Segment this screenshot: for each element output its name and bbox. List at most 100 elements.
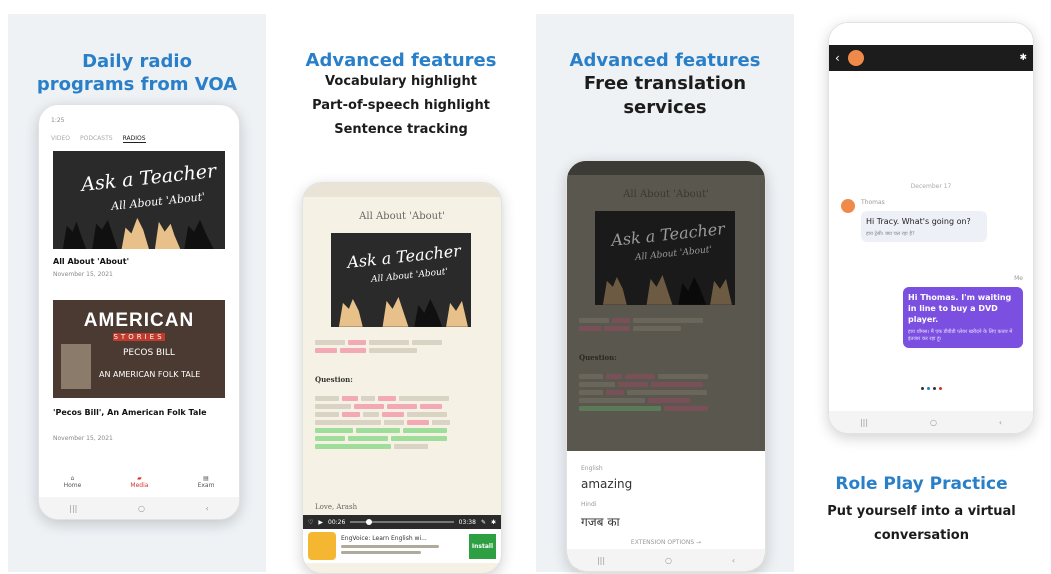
banner-name: PECOS BILL [123,348,175,358]
system-nav: ||| ○ ‹ [39,497,239,519]
article-image: Ask a Teacher All About 'About' [595,211,735,305]
source-word: amazing [581,477,633,491]
article-text-block-2[interactable] [315,393,489,452]
back-arrow-icon[interactable]: ‹ [835,51,840,65]
sender-avatar [841,199,855,213]
banner-subtitle: STORIES [113,333,165,341]
typing-dots [921,387,942,390]
tab-video[interactable]: VIDEO [51,135,70,143]
sender-name: Thomas [861,199,885,206]
avatar [847,50,864,66]
hands-icon [338,297,468,327]
nav-exam-label: Exam [197,482,215,489]
item1-date: November 15, 2021 [53,271,113,278]
recents-icon[interactable]: ||| [860,418,868,427]
play-icon[interactable]: ▶ [318,519,323,526]
translated-word: गजब का [581,515,620,529]
media-icon: ▰ [137,475,142,482]
article-title: All About 'About' [359,211,445,222]
nav-exam[interactable]: ▤ Exam [198,475,215,497]
exam-icon: ▤ [203,475,209,482]
hands-icon [62,217,214,249]
back-icon[interactable]: ‹ [999,418,1002,427]
seek-handle[interactable] [365,519,372,525]
seek-bar[interactable] [350,519,454,525]
target-language: Hindi [581,501,597,508]
ad-title: EngVoice: Learn English wi... [341,535,427,542]
ad-banner[interactable]: EngVoice: Learn English wi... Install [303,529,501,563]
item2-date: November 15, 2021 [53,435,113,442]
settings-gear-icon[interactable]: ✱ [1019,53,1027,63]
translation-sheet: English amazing Hindi गजब का EXTENSION O… [567,451,765,571]
banner-tag: AN AMERICAN FOLK TALE [99,370,201,379]
recents-icon[interactable]: ||| [597,556,605,565]
feature-line-3: Sentence tracking [334,122,468,137]
article-title: All About 'About' [623,189,709,200]
panel2-heading: Advanced features [305,50,497,71]
question-label: Question: [315,375,353,384]
time-elapsed: 00:26 [328,518,346,526]
outgoing-translation: हाय थॉमस। मैं एक डीवीडी प्लेयर खरीदने के… [908,329,1013,342]
status-bar [829,23,1033,45]
outgoing-text: Hi Thomas. I'm waiting in line to buy a … [908,293,1012,324]
back-icon[interactable]: ‹ [732,556,735,565]
incoming-text: Hi Tracy. What's going on? [866,217,971,226]
phone-reader: All About 'About' Ask a Teacher All Abou… [302,182,502,574]
settings-icon[interactable]: ✱ [491,519,496,526]
system-nav: ||| ○ ‹ [829,411,1033,433]
home-button-icon[interactable]: ○ [138,504,145,513]
time-total: 03:38 [458,518,476,526]
heart-icon[interactable]: ♡ [308,519,313,526]
audio-player: ♡ ▶ 00:26 03:38 ✎ ✱ [303,515,501,529]
nav-home[interactable]: ⌂ Home [64,475,82,497]
me-label: Me [1014,275,1023,282]
panel-free-translation: Advanced features Free translation servi… [536,14,794,572]
board-subtitle: All About 'About' [370,266,449,286]
thumb-ask-a-teacher[interactable]: Ask a Teacher All About 'About' [53,151,225,249]
chat-header: ‹ ✱ [829,45,1033,71]
phone-radio: 1:25 VIDEO PODCASTS RADIOS Ask a Teacher… [38,104,240,520]
back-icon[interactable]: ‹ [205,504,208,513]
banner-title: AMERICAN [83,310,195,331]
item1-title[interactable]: All About 'About' [53,257,129,266]
media-tabs: VIDEO PODCASTS RADIOS [51,135,146,143]
article-text-dim-1 [579,315,753,334]
recents-icon[interactable]: ||| [69,504,77,513]
cowboy-image [61,344,91,389]
tab-podcasts[interactable]: PODCASTS [80,135,113,143]
panel-role-play: ‹ ✱ December 17 Thomas Hi Tracy. What's … [800,14,1043,572]
nav-media-label: Media [130,482,149,489]
bottom-nav: ⌂ Home ▰ Media ▤ Exam [39,475,239,497]
article-text-block-1 [315,337,489,356]
outgoing-message[interactable]: Hi Thomas. I'm waiting in line to buy a … [903,287,1023,348]
system-nav: ||| ○ ‹ [567,549,765,571]
phone-translation: All About 'About' Ask a Teacher All Abou… [566,160,766,572]
panel-daily-radio: Daily radio programs from VOA 1:25 VIDEO… [8,14,266,572]
ad-app-icon [308,532,336,560]
panel-advanced-features: Advanced features Vocabulary highlight P… [272,14,530,574]
edit-icon[interactable]: ✎ [481,519,486,526]
phone-chat: ‹ ✱ December 17 Thomas Hi Tracy. What's … [828,22,1034,434]
thumb-american-stories[interactable]: AMERICAN STORIES PECOS BILL AN AMERICAN … [53,300,225,398]
section-label: Love, Arash [315,503,358,511]
panel4-heading: Role Play Practice [835,474,1008,494]
hands-icon [602,275,732,305]
status-bar [303,183,501,197]
incoming-message[interactable]: Hi Tracy. What's going on? हाय ट्रेसी। क… [861,211,987,242]
source-language: English [581,465,603,472]
install-button[interactable]: Install [468,533,496,559]
panel4-subheading: Put yourself into a virtual conversation [827,504,1016,543]
status-bar [567,161,765,175]
nav-media[interactable]: ▰ Media [130,475,148,497]
home-button-icon[interactable]: ○ [930,418,937,427]
article-text-dim-2 [579,371,753,414]
home-button-icon[interactable]: ○ [665,556,672,565]
feature-line-2: Part-of-speech highlight [312,98,490,113]
panel1-heading: Daily radio programs from VOA [36,51,238,95]
panel3-heading: Advanced features [569,50,761,71]
incoming-translation: हाय ट्रेसी। क्या चल रहा है? [866,231,915,237]
extension-options-button[interactable]: EXTENSION OPTIONS → [567,539,765,546]
item2-title[interactable]: 'Pecos Bill', An American Folk Tale [53,407,223,418]
panel3-subheading: Free translation services [583,73,747,118]
tab-radios[interactable]: RADIOS [122,135,146,143]
